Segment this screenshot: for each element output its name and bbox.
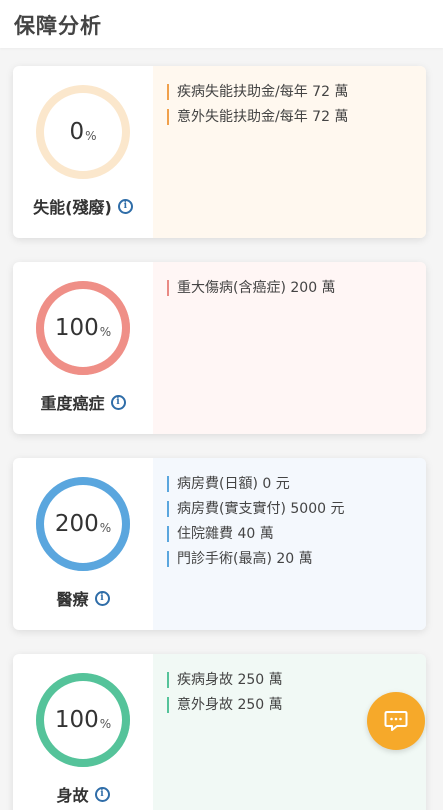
benefit-bar (167, 501, 169, 517)
benefit-text: 疾病失能扶助金/每年 72 萬 (177, 84, 349, 100)
percent-unit: % (99, 521, 112, 535)
benefit-bar (167, 697, 169, 713)
benefit-item: 意外失能扶助金/每年 72 萬 (167, 107, 426, 132)
benefit-text: 意外失能扶助金/每年 72 萬 (177, 109, 349, 125)
benefit-bar (167, 84, 169, 100)
coverage-card-cancer[interactable]: 100% 重度癌症 i 重大傷病(含癌症) 200 萬 (13, 262, 426, 434)
info-icon[interactable]: i (94, 590, 110, 606)
coverage-ring: 0% (35, 84, 131, 180)
benefit-item: 門診手術(最高) 20 萬 (167, 549, 426, 574)
category-label: 失能(殘廢) i (13, 194, 153, 218)
benefit-text: 門診手術(最高) 20 萬 (177, 551, 313, 567)
info-icon[interactable]: i (94, 786, 110, 802)
coverage-card-death[interactable]: 100% 身故 i 疾病身故 250 萬意外身故 250 萬 (13, 654, 426, 810)
coverage-ring: 200% (35, 476, 131, 572)
chat-bubble-icon (384, 711, 408, 731)
benefit-text: 意外身故 250 萬 (177, 697, 283, 713)
benefit-bar (167, 476, 169, 492)
benefit-text: 重大傷病(含癌症) 200 萬 (177, 280, 336, 296)
benefit-bar (167, 551, 169, 567)
benefit-list: 重大傷病(含癌症) 200 萬 (153, 262, 426, 434)
benefit-item: 病房費(日額) 0 元 (167, 474, 426, 499)
coverage-summary: 100% 身故 i (13, 654, 153, 810)
chat-button[interactable] (367, 692, 425, 750)
benefit-item: 住院雜費 40 萬 (167, 524, 426, 549)
coverage-summary: 100% 重度癌症 i (13, 262, 153, 434)
category-name: 身故 (56, 786, 89, 805)
coverage-percent: 0 (69, 119, 85, 145)
ring-label: 0% (35, 84, 131, 180)
category-name: 失能(殘廢) (33, 198, 112, 217)
category-label: 重度癌症 i (13, 390, 153, 414)
category-name: 醫療 (56, 590, 89, 609)
coverage-percent: 100 (54, 707, 99, 733)
ring-label: 100% (35, 280, 131, 376)
benefit-item: 重大傷病(含癌症) 200 萬 (167, 278, 426, 303)
percent-unit: % (99, 325, 112, 339)
info-icon[interactable]: i (110, 394, 126, 410)
benefit-bar (167, 280, 169, 296)
coverage-percent: 200 (54, 511, 99, 537)
percent-unit: % (85, 129, 97, 143)
category-name: 重度癌症 (40, 394, 105, 413)
percent-unit: % (99, 717, 112, 731)
coverage-ring: 100% (35, 280, 131, 376)
benefit-text: 住院雜費 40 萬 (177, 526, 274, 542)
ring-label: 200% (35, 476, 131, 572)
coverage-percent: 100 (54, 315, 99, 341)
benefit-bar (167, 672, 169, 688)
page-title: 保障分析 (14, 14, 102, 38)
benefit-list: 病房費(日額) 0 元病房費(實支實付) 5000 元住院雜費 40 萬門診手術… (153, 458, 426, 630)
category-label: 醫療 i (13, 586, 153, 610)
benefit-text: 病房費(日額) 0 元 (177, 476, 290, 492)
ring-label: 100% (35, 672, 131, 768)
category-label: 身故 i (13, 782, 153, 806)
benefit-item: 病房費(實支實付) 5000 元 (167, 499, 426, 524)
info-icon[interactable]: i (117, 198, 133, 214)
benefit-text: 病房費(實支實付) 5000 元 (177, 501, 345, 517)
coverage-card-medical[interactable]: 200% 醫療 i 病房費(日額) 0 元病房費(實支實付) 5000 元住院雜… (13, 458, 426, 630)
benefit-item: 疾病身故 250 萬 (167, 670, 426, 695)
benefit-bar (167, 526, 169, 542)
benefit-item: 疾病失能扶助金/每年 72 萬 (167, 82, 426, 107)
coverage-card-disability[interactable]: 0% 失能(殘廢) i 疾病失能扶助金/每年 72 萬意外失能扶助金/每年 72… (13, 66, 426, 238)
benefit-text: 疾病身故 250 萬 (177, 672, 283, 688)
header-bar: 保障分析 (0, 0, 443, 48)
benefit-bar (167, 109, 169, 125)
coverage-ring: 100% (35, 672, 131, 768)
coverage-summary: 200% 醫療 i (13, 458, 153, 630)
coverage-summary: 0% 失能(殘廢) i (13, 66, 153, 238)
benefit-list: 疾病失能扶助金/每年 72 萬意外失能扶助金/每年 72 萬 (153, 66, 426, 238)
